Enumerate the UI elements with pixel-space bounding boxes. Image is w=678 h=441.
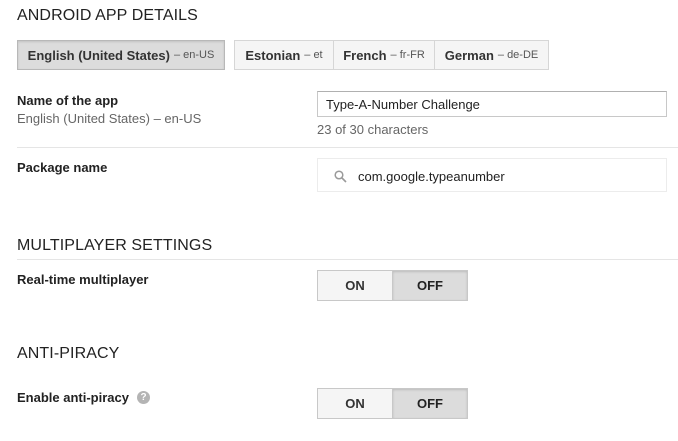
app-name-label: Name of the app — [17, 93, 119, 108]
tab-language-de-de[interactable]: German – de-DE — [434, 40, 549, 70]
multiplayer-settings-heading: MULTIPLAYER SETTINGS — [17, 237, 213, 254]
android-app-details-heading: ANDROID APP DETAILS — [17, 7, 198, 24]
tab-language-en-us[interactable]: English (United States) – en-US — [17, 40, 225, 70]
tab-code: – fr-FR — [390, 49, 425, 61]
anti-piracy-heading: ANTI-PIRACY — [17, 345, 120, 362]
realtime-multiplayer-label: Real-time multiplayer — [17, 272, 149, 287]
realtime-off-button[interactable]: OFF — [393, 271, 467, 300]
package-name-value: com.google.typeanumber — [358, 169, 505, 184]
app-name-char-count: 23 of 30 characters — [317, 122, 429, 137]
tab-code: – en-US — [173, 49, 215, 61]
help-icon[interactable]: ? — [137, 391, 150, 404]
divider — [17, 147, 678, 148]
enable-anti-piracy-label: Enable anti-piracy — [17, 390, 129, 405]
divider — [17, 259, 678, 260]
tab-label: French — [343, 47, 387, 63]
package-name-label: Package name — [17, 160, 108, 175]
settings-page: ANDROID APP DETAILS English (United Stat… — [0, 0, 678, 441]
anti-piracy-off-button[interactable]: OFF — [393, 389, 467, 418]
search-icon — [334, 170, 347, 183]
tab-label: German — [444, 47, 494, 63]
anti-piracy-on-button[interactable]: ON — [318, 389, 393, 418]
tab-language-et[interactable]: Estonian – et — [234, 40, 334, 70]
tab-label: English (United States) — [27, 47, 170, 63]
tab-label: Estonian — [245, 47, 301, 63]
app-name-input[interactable] — [317, 91, 667, 117]
app-name-locale: English (United States) – en-US — [17, 111, 202, 126]
tab-language-fr-fr[interactable]: French – fr-FR — [333, 40, 435, 70]
anti-piracy-toggle: ON OFF — [317, 388, 468, 419]
realtime-multiplayer-toggle: ON OFF — [317, 270, 468, 301]
tab-code: – et — [304, 49, 323, 61]
package-name-field: com.google.typeanumber — [317, 158, 667, 192]
tab-code: – de-DE — [497, 49, 539, 61]
realtime-on-button[interactable]: ON — [318, 271, 393, 300]
